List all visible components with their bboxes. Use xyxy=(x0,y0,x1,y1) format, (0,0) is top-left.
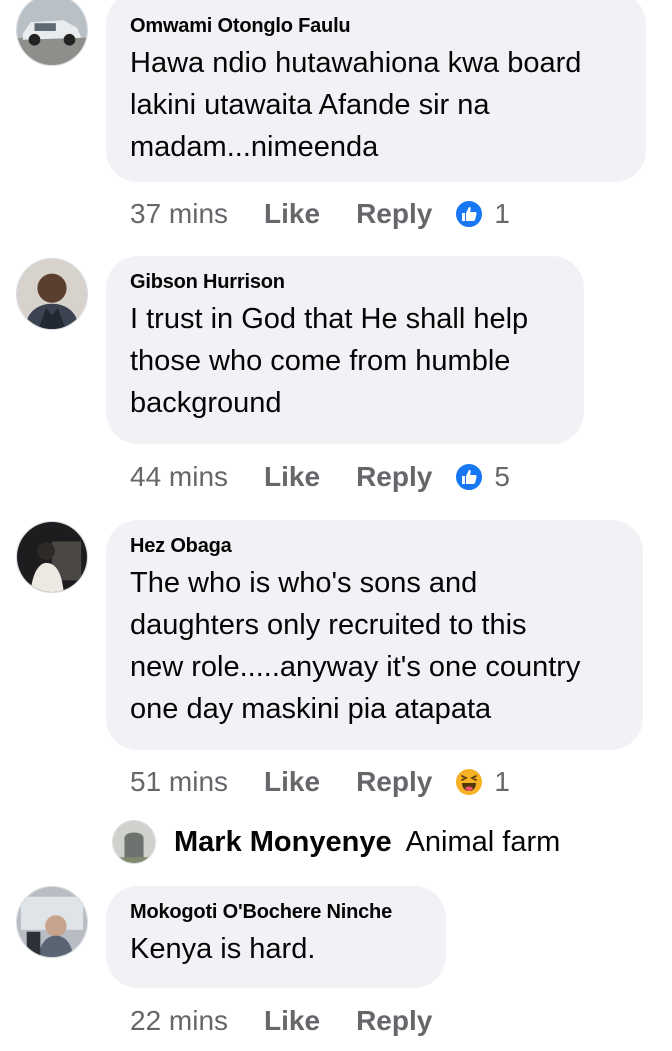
avatar[interactable] xyxy=(16,521,88,593)
car-avatar-icon xyxy=(17,0,87,65)
reply-button[interactable]: Reply xyxy=(356,198,432,230)
reaction-summary[interactable]: 1 xyxy=(454,766,510,798)
comment-text-line: one day maskini pia atapata xyxy=(130,693,492,725)
like-button[interactable]: Like xyxy=(264,766,320,798)
avatar[interactable] xyxy=(16,0,88,66)
comment-actions: 44 mins Like Reply 5 xyxy=(130,457,510,497)
comment-text-line: lakini utawaita Afande sir na xyxy=(130,89,490,121)
comment-time[interactable]: 44 mins xyxy=(130,461,228,493)
reply-button[interactable]: Reply xyxy=(356,1005,432,1037)
comment-author[interactable]: Hez Obaga xyxy=(130,534,619,558)
reaction-count: 1 xyxy=(494,198,510,229)
like-icon xyxy=(454,199,485,229)
reaction-count: 1 xyxy=(494,766,510,797)
child-car-seat-avatar-icon xyxy=(17,887,87,957)
comment-text: Hawa ndio hutawahiona kwa board lakini u… xyxy=(130,42,622,168)
comment-text: I trust in God that He shall help those … xyxy=(130,298,560,424)
avatar[interactable] xyxy=(16,258,88,330)
reaction-summary[interactable]: 1 xyxy=(454,198,510,230)
comment-author[interactable]: Gibson Hurrison xyxy=(130,270,560,294)
avatar[interactable] xyxy=(16,886,88,958)
comment-text: Kenya is hard. xyxy=(130,928,422,970)
comment-time[interactable]: 37 mins xyxy=(130,198,228,230)
reply-button[interactable]: Reply xyxy=(356,461,432,493)
dark-photo-avatar-icon xyxy=(17,522,87,592)
comment-text-line: madam...nimeenda xyxy=(130,131,379,163)
comment-bubble: Mokogoti O'Bochere Ninche Kenya is hard. xyxy=(106,886,446,988)
comment-text-line: those who come from humble xyxy=(130,345,511,377)
comment-text-line: new role.....anyway it's one country xyxy=(130,651,581,683)
comment-bubble: Gibson Hurrison I trust in God that He s… xyxy=(106,256,584,444)
comment-text-line: I trust in God that He shall help xyxy=(130,303,529,335)
reply-text: Animal farm xyxy=(405,825,561,858)
comment-actions: 37 mins Like Reply 1 xyxy=(130,194,510,234)
like-button[interactable]: Like xyxy=(264,198,320,230)
tombstone-avatar-icon xyxy=(113,821,155,863)
comment-text-line: background xyxy=(130,387,282,419)
comment-time[interactable]: 51 mins xyxy=(130,766,228,798)
comment-bubble: Hez Obaga The who is who's sons and daug… xyxy=(106,520,643,750)
like-icon xyxy=(454,462,485,492)
reaction-summary[interactable]: 5 xyxy=(454,461,510,493)
reply-preview[interactable]: Mark Monyenye Animal farm xyxy=(112,818,560,866)
comment-bubble: Omwami Otonglo Faulu Hawa ndio hutawahio… xyxy=(106,0,646,182)
comment-time[interactable]: 22 mins xyxy=(130,1005,228,1037)
comment-text-line: The who is who's sons and xyxy=(130,567,478,599)
haha-icon xyxy=(454,767,485,797)
comment-text: The who is who's sons and daughters only… xyxy=(130,562,619,730)
like-button[interactable]: Like xyxy=(264,1005,320,1037)
like-button[interactable]: Like xyxy=(264,461,320,493)
comment-author[interactable]: Mokogoti O'Bochere Ninche xyxy=(130,900,422,924)
reply-author[interactable]: Mark Monyenye xyxy=(174,826,392,859)
comment-text-line: daughters only recruited to this xyxy=(130,609,527,641)
comment-actions: 22 mins Like Reply xyxy=(130,1001,432,1041)
comment-text-line: Kenya is hard. xyxy=(130,933,316,965)
reaction-count: 5 xyxy=(494,461,510,492)
reply-button[interactable]: Reply xyxy=(356,766,432,798)
comment-actions: 51 mins Like Reply 1 xyxy=(130,762,510,802)
comment-author[interactable]: Omwami Otonglo Faulu xyxy=(130,14,622,38)
person-avatar-icon xyxy=(17,259,87,329)
avatar[interactable] xyxy=(112,820,156,864)
comment-text-line: Hawa ndio hutawahiona kwa board xyxy=(130,47,582,79)
